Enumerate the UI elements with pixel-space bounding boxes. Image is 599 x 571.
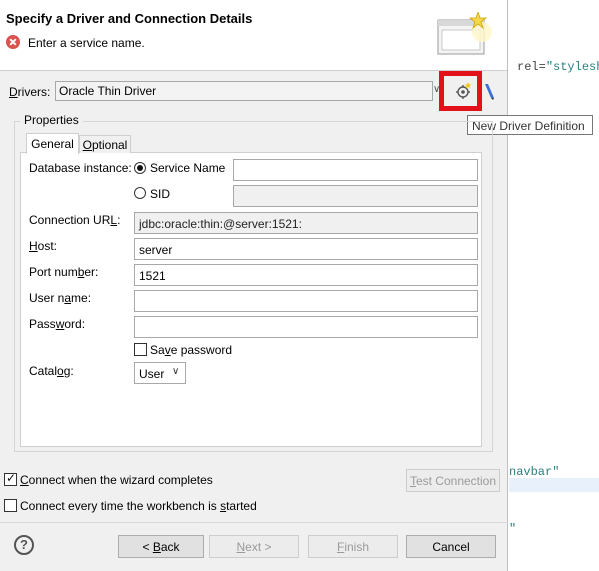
- password-label-suffix: ord:: [64, 317, 86, 331]
- catalog-value: User: [139, 367, 165, 381]
- cancel-button[interactable]: Cancel: [406, 535, 496, 558]
- connect-when-complete-mnemonic: C: [20, 473, 29, 487]
- user-name-label-suffix: me:: [71, 291, 92, 305]
- connect-every-time-label: Connect every time the workbench is star…: [20, 499, 257, 513]
- new-driver-highlight: [439, 71, 482, 111]
- back-button[interactable]: < Back: [118, 535, 204, 558]
- connect-every-time-suffix: tarted: [226, 499, 257, 513]
- connect-when-complete-label: Connect when the wizard completes: [20, 473, 213, 487]
- connection-url-field[interactable]: jdbc:oracle:thin:@server:1521:: [134, 212, 478, 234]
- back-button-text: ack: [160, 540, 180, 554]
- connection-url-label-text: Connection UR: [29, 213, 111, 227]
- button-bar-separator: [0, 522, 508, 523]
- properties-group-title: Properties: [20, 113, 83, 127]
- back-button-arrow: <: [142, 540, 153, 554]
- wizard-message: Enter a service name.: [28, 36, 145, 50]
- next-button-mnemonic: N: [236, 540, 246, 554]
- save-password-checkbox[interactable]: [134, 343, 147, 356]
- help-icon[interactable]: ?: [14, 535, 34, 555]
- service-name-radio[interactable]: [134, 162, 146, 174]
- port-number-field[interactable]: 1521: [134, 264, 478, 286]
- header-separator: [0, 70, 508, 71]
- port-label-text: Port num: [29, 265, 78, 279]
- tab-optional[interactable]: Optional: [79, 135, 131, 153]
- drivers-label-mnemonic: D: [9, 85, 18, 99]
- sid-radio[interactable]: [134, 187, 146, 199]
- sid-field[interactable]: [233, 185, 478, 207]
- user-name-label: User name:: [29, 291, 91, 305]
- drivers-label-text: rivers:: [17, 85, 51, 99]
- connection-url-label: Connection URL:: [29, 213, 120, 227]
- save-password-label: Save password: [150, 343, 232, 357]
- host-label-mnemonic: H: [29, 239, 38, 253]
- service-name-field[interactable]: [233, 159, 478, 181]
- back-button-mnemonic: B: [152, 540, 161, 554]
- sid-label: SID: [150, 187, 171, 201]
- editor-line-navbar: navbar": [509, 465, 560, 479]
- service-name-label: Service Name: [150, 161, 226, 175]
- editor-line-quote: ": [509, 522, 517, 536]
- next-button[interactable]: Next >: [209, 535, 299, 558]
- connect-every-time-checkbox[interactable]: [4, 499, 17, 512]
- user-name-field[interactable]: [134, 290, 478, 312]
- port-label-suffix: er:: [84, 265, 99, 279]
- chevron-down-icon[interactable]: ∨: [172, 366, 179, 377]
- connection-url-label-colon: :: [117, 213, 121, 227]
- editor-line-rel: rel="stylesh: [517, 60, 599, 74]
- connect-when-complete-checkbox[interactable]: [4, 471, 17, 486]
- save-password-text: Sa: [150, 343, 165, 357]
- host-label: Host:: [29, 239, 57, 253]
- tab-optional-mnemonic: O: [82, 138, 92, 152]
- test-connection-button[interactable]: Test Connection: [406, 469, 500, 492]
- password-field[interactable]: [134, 316, 478, 338]
- password-label-text: Pass: [29, 317, 56, 331]
- editor-value: "stylesh: [545, 60, 599, 74]
- database-instance-label: Database instance:: [29, 161, 132, 175]
- tab-optional-label: ptional: [91, 138, 128, 152]
- dialog-border: [507, 0, 508, 571]
- save-password-suffix: e password: [170, 343, 233, 357]
- drivers-label: Drivers:: [9, 85, 50, 99]
- host-field[interactable]: server: [134, 238, 478, 260]
- host-label-text: ost:: [37, 239, 58, 253]
- catalog-label-text: Catal: [29, 364, 58, 378]
- finish-button[interactable]: Finish: [308, 535, 398, 558]
- editor-attr: rel=: [517, 60, 546, 74]
- wizard-title: Specify a Driver and Connection Details: [6, 11, 253, 26]
- catalog-label-mnemonic: o: [57, 364, 64, 378]
- test-connection-text: est Connection: [415, 474, 497, 488]
- connect-every-time-text: Connect every time the workbench is: [20, 499, 221, 513]
- catalog-label-suffix: g:: [63, 364, 74, 378]
- drivers-selected-value: Oracle Thin Driver: [59, 84, 157, 98]
- password-label: Password:: [29, 317, 85, 331]
- user-name-label-text: User n: [29, 291, 65, 305]
- editor-highlight-line: [509, 478, 599, 492]
- next-button-text: ext >: [245, 540, 272, 554]
- error-icon: [6, 35, 20, 49]
- wizard-banner-icon: [437, 12, 492, 55]
- tab-general[interactable]: General: [26, 133, 79, 154]
- port-number-label: Port number:: [29, 265, 98, 279]
- edit-driver-icon[interactable]: [483, 82, 495, 100]
- finish-button-text: inish: [344, 540, 370, 554]
- catalog-label: Catalog:: [29, 364, 74, 378]
- connect-when-complete-text: onnect when the wizard completes: [28, 473, 213, 487]
